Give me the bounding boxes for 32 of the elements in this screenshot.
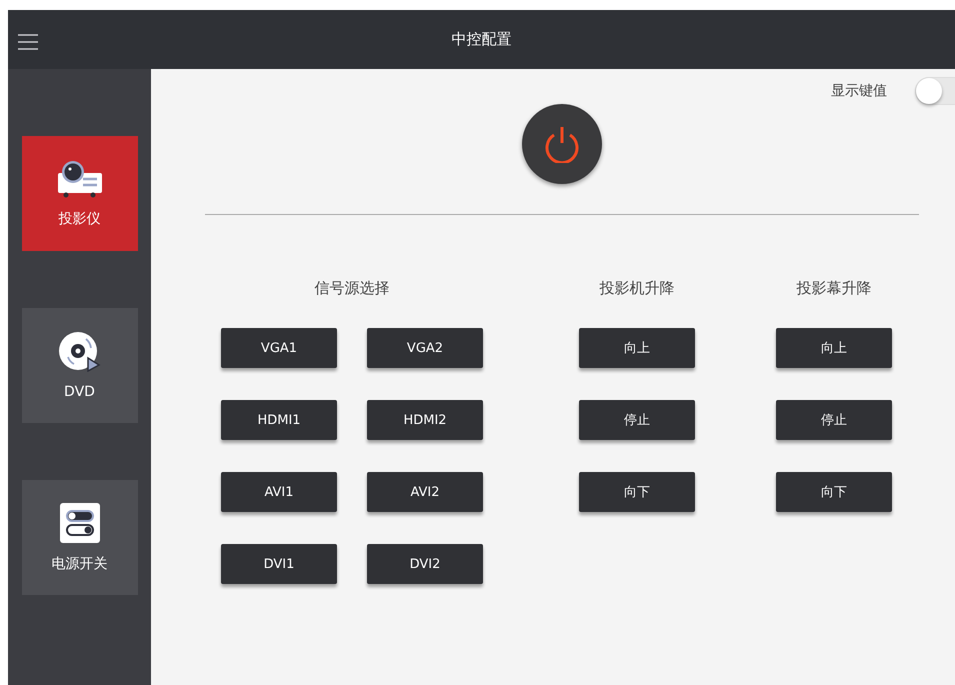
power-button[interactable] — [522, 104, 602, 184]
control-button[interactable]: 停止 — [776, 400, 892, 440]
menu-icon[interactable] — [18, 34, 38, 50]
toggle-switch[interactable] — [915, 77, 955, 105]
sidebar-item[interactable]: 投影仪 — [22, 136, 138, 251]
sidebar-label: DVD — [64, 384, 95, 400]
power-icon — [544, 125, 580, 163]
control-button[interactable]: 向上 — [579, 328, 695, 368]
control-button[interactable]: AVI1 — [221, 472, 337, 512]
sidebar-label: 电源开关 — [52, 554, 108, 572]
control-button[interactable]: DVI1 — [221, 544, 337, 584]
sidebar-label: 投影仪 — [58, 210, 100, 228]
sidebar-item[interactable]: 电源开关 — [22, 480, 138, 595]
control-button[interactable]: VGA1 — [221, 328, 337, 368]
control-button[interactable]: VGA2 — [367, 328, 483, 368]
control-button[interactable]: 停止 — [579, 400, 695, 440]
toggle-switches-icon — [60, 502, 100, 542]
disc-play-icon — [58, 332, 100, 372]
control-button[interactable]: 向下 — [579, 472, 695, 512]
control-button[interactable]: HDMI1 — [221, 400, 337, 440]
control-button[interactable]: AVI2 — [367, 472, 483, 512]
sidebar-item[interactable]: DVD — [22, 308, 138, 423]
group-heading: 信号源选择 — [314, 279, 390, 298]
group-heading: 投影机升降 — [600, 279, 674, 298]
control-button[interactable]: HDMI2 — [367, 400, 483, 440]
projector-icon — [58, 160, 102, 198]
toggle-label: 显示键值 — [831, 82, 887, 100]
control-button[interactable]: 向下 — [776, 472, 892, 512]
control-button[interactable]: DVI2 — [367, 544, 483, 584]
control-button[interactable]: 向上 — [776, 328, 892, 368]
page-title: 中控配置 — [452, 30, 512, 49]
group-heading: 投影幕升降 — [796, 279, 872, 298]
